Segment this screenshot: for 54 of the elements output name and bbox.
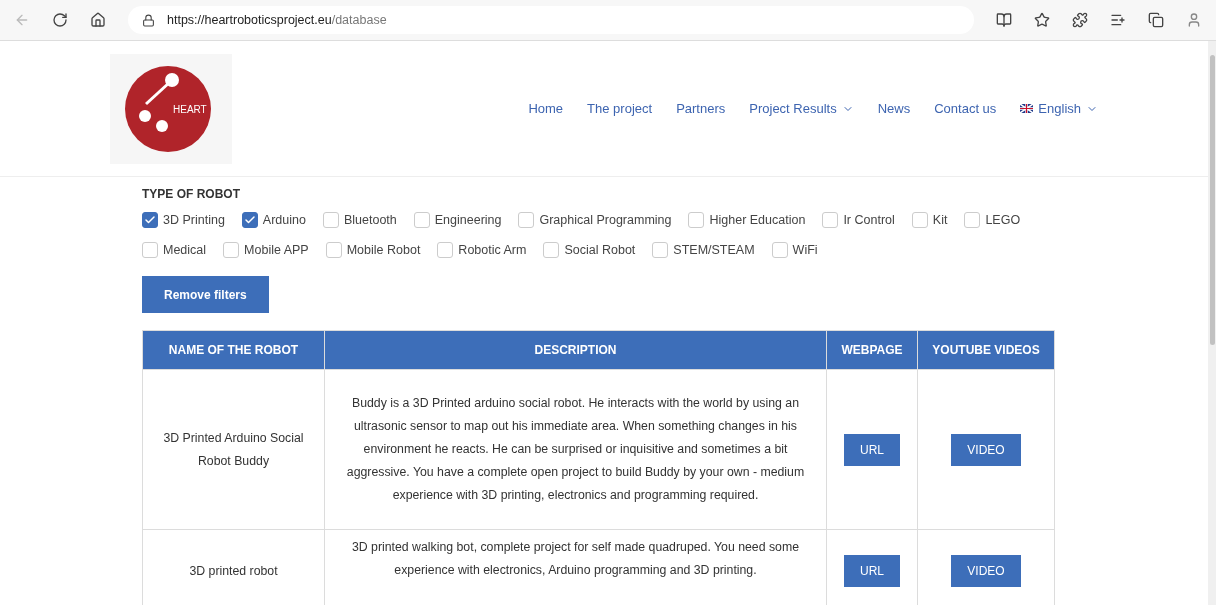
check-icon [144, 214, 156, 226]
filter-option[interactable]: Arduino [241, 212, 306, 228]
filter-option[interactable]: Kit [911, 212, 948, 228]
filter-option[interactable]: LEGO [964, 212, 1021, 228]
home-icon[interactable] [90, 12, 106, 28]
url-button[interactable]: URL [844, 433, 900, 466]
filter-option[interactable]: Graphical Programming [518, 212, 672, 228]
nav-link[interactable]: Partners [676, 101, 726, 116]
lock-icon [142, 13, 155, 27]
column-header: DESCRIPTION [324, 330, 827, 370]
column-header: NAME OF THE ROBOT [142, 330, 325, 370]
filter-option[interactable]: Bluetooth [322, 212, 397, 228]
extensions-icon[interactable] [1072, 12, 1088, 28]
check-icon [243, 214, 256, 226]
reload-icon[interactable] [52, 12, 68, 28]
filter-option[interactable]: Higher Education [688, 212, 806, 228]
checkbox[interactable] [142, 212, 158, 228]
filter-option[interactable]: Engineering [413, 212, 502, 228]
nav-link[interactable]: The project [587, 101, 653, 116]
address-bar[interactable]: https://heartroboticsproject.eu/database [128, 6, 974, 34]
url-button[interactable]: URL [844, 555, 900, 587]
nav-link[interactable]: News [877, 101, 911, 116]
filter-option[interactable]: Social Robot [543, 242, 636, 258]
checkbox[interactable] [241, 212, 258, 228]
filter-option[interactable]: STEM/STEAM [652, 242, 755, 258]
remove-filters-button[interactable]: Remove filters [142, 276, 269, 313]
column-header: WEBPAGE [826, 330, 918, 370]
table-cell: 3D printed robot [142, 529, 325, 605]
video-button[interactable]: VIDEO [951, 433, 1021, 466]
nav-link[interactable]: Home [528, 101, 564, 116]
table-cell: Buddy is a 3D Printed arduino social robot. He interacts with the world by using an ultrasonic sensor to map out his immediate area. When something changes in his environment he reacts. He can be surprised or inquisitive and sometimes a bit aggressive. You have a complete open project to build Buddy by your own - medium experience with 3D printing, electronics and programming required. [324, 369, 827, 530]
filter-option[interactable]: Medical [142, 242, 207, 258]
favorite-icon[interactable] [1034, 12, 1050, 28]
favorites-icon[interactable] [1110, 12, 1126, 28]
filter-option[interactable]: Robotic Arm [437, 242, 527, 258]
logo[interactable]: HEART [110, 53, 232, 164]
collections-icon[interactable] [1148, 12, 1164, 28]
column-header: YOUTUBE VIDEOS [917, 330, 1055, 370]
table-cell: 3D Printed Arduino Social Robot Buddy [142, 369, 325, 530]
filter-option[interactable]: WiFi [771, 242, 818, 258]
filter-option[interactable]: Mobile Robot [325, 242, 421, 258]
profile-icon[interactable] [1186, 12, 1202, 28]
filter-option[interactable]: 3D Printing [142, 212, 225, 228]
back-icon[interactable] [14, 12, 30, 28]
filter-title: TYPE OF ROBOT [142, 187, 241, 201]
flag-icon [1020, 104, 1034, 113]
nav-link[interactable]: Contact us [934, 101, 997, 116]
filter-option[interactable]: Mobile APP [223, 242, 309, 258]
video-button[interactable]: VIDEO [951, 555, 1021, 587]
scrollbar-thumb[interactable] [1209, 55, 1215, 345]
nav-link[interactable]: Project Results [749, 101, 854, 116]
reader-icon[interactable] [996, 12, 1012, 28]
filter-option[interactable]: Ir Control [822, 212, 895, 228]
nav-link[interactable]: English [1020, 101, 1098, 116]
